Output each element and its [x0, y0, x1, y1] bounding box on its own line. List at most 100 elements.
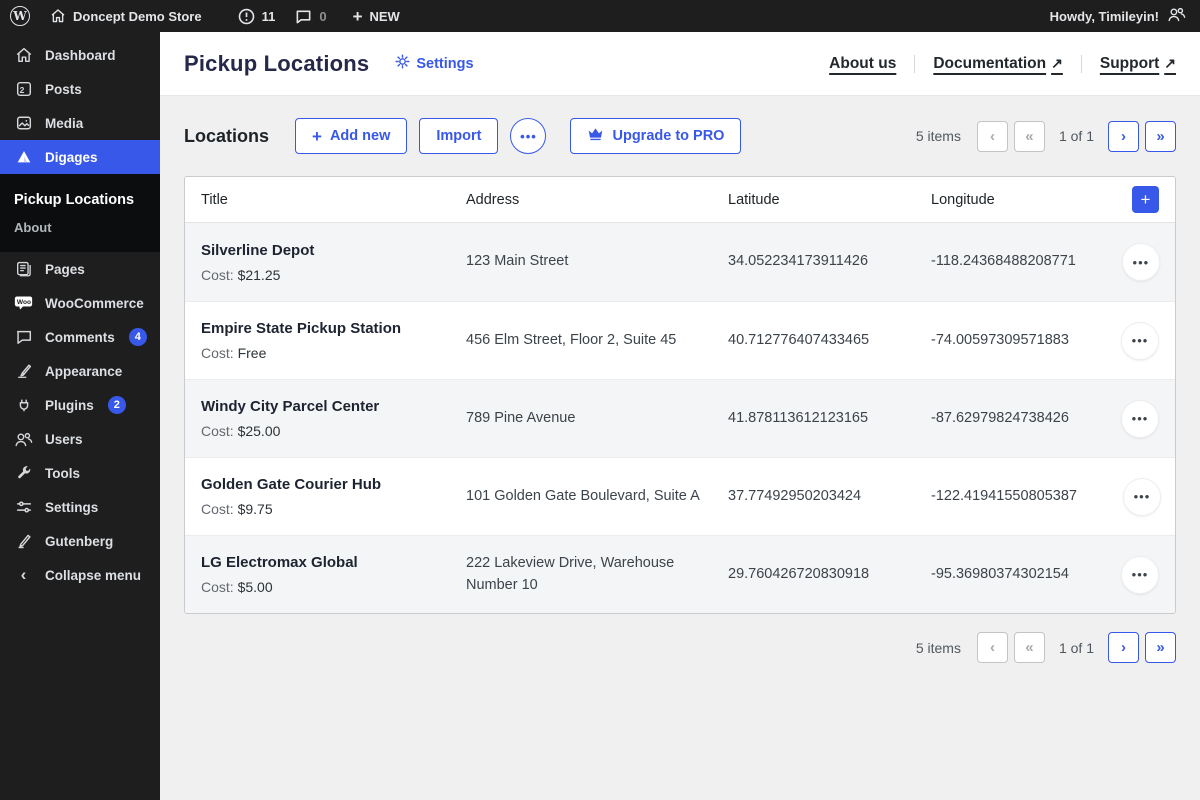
sidebar-item-tools[interactable]: Tools [0, 456, 160, 490]
bottom-bar: 5 items ‹ « 1 of 1 › » [184, 632, 1176, 683]
about-us-link[interactable]: About us [829, 55, 896, 73]
comments-bubble-icon [14, 328, 33, 347]
updates-icon [238, 8, 255, 25]
title-cell: Golden Gate Courier Hub Cost: $9.75 [201, 476, 466, 517]
address-cell: 222 Lakeview Drive, Warehouse Number 10 [466, 555, 675, 593]
table-row: Empire State Pickup Station Cost: Free 4… [185, 301, 1175, 379]
new-label: NEW [369, 8, 400, 24]
settings-link[interactable]: Settings [395, 54, 474, 73]
table-body: Silverline Depot Cost: $21.25 123 Main S… [185, 223, 1175, 613]
row-actions-button[interactable]: ••• [1121, 555, 1159, 594]
add-new-button[interactable]: + Add new [295, 118, 408, 154]
pagination-top: 5 items ‹ « 1 of 1 › » [916, 120, 1176, 152]
comments-count-badge: 4 [128, 328, 147, 346]
cost-label: Cost: [201, 579, 234, 595]
digages-logo-icon [14, 148, 33, 167]
sidebar-item-digages[interactable]: Digages [0, 140, 160, 174]
sidebar-item-settings[interactable]: Settings [0, 490, 160, 524]
howdy-account-link[interactable]: Howdy, Timileyin! [1050, 9, 1159, 24]
cost-value: Free [237, 345, 267, 361]
new-content-button[interactable]: + NEW [343, 0, 410, 32]
longitude-cell: -95.36980374302154 [931, 565, 1069, 582]
collapse-menu-button[interactable]: ‹ Collapse menu [0, 558, 160, 592]
gutenberg-pencil-icon [14, 532, 33, 551]
comments-indicator[interactable]: 0 [285, 0, 336, 32]
sidebar-item-posts[interactable]: 2 Posts [0, 72, 160, 106]
import-button[interactable]: Import [419, 118, 499, 154]
ellipsis-icon: ••• [1133, 489, 1151, 504]
sidebar-item-pages[interactable]: Pages [0, 252, 160, 286]
sidebar-item-comments[interactable]: Comments 4 [0, 320, 160, 354]
sidebar-item-users[interactable]: Users [0, 422, 160, 456]
table-row: Silverline Depot Cost: $21.25 123 Main S… [185, 223, 1175, 301]
pagination-last-button[interactable]: » [1145, 120, 1176, 152]
location-title: Silverline Depot [201, 241, 315, 259]
sidebar-label: Users [45, 431, 83, 447]
pagination-first-button[interactable]: « [1013, 632, 1045, 663]
support-label: Support [1099, 54, 1160, 72]
ellipsis-icon: ••• [1131, 567, 1149, 582]
sidebar-label: WooCommerce [45, 295, 144, 311]
import-label: Import [436, 128, 482, 144]
sidebar-label: Digages [45, 149, 98, 165]
sidebar-item-media[interactable]: Media [0, 106, 160, 140]
page-indicator: 1 of 1 [1058, 128, 1094, 144]
latitude-cell: 34.052234173911426 [728, 253, 869, 270]
sidebar-item-appearance[interactable]: Appearance [0, 354, 160, 388]
pagination-next-button[interactable]: › [1108, 120, 1139, 152]
dashboard-home-icon [14, 46, 33, 65]
sidebar-label: Plugins [45, 397, 94, 413]
sidebar-label: Dashboard [45, 47, 116, 63]
location-title: LG Electromax Global [201, 554, 358, 571]
add-location-button[interactable]: + [1132, 186, 1159, 213]
items-count: 5 items [915, 639, 961, 656]
title-cell: Empire State Pickup Station Cost: Free [201, 320, 466, 361]
nav-divider [1080, 54, 1082, 73]
site-name-label: Doncept Demo Store [73, 8, 202, 24]
sidebar-item-plugins[interactable]: Plugins 2 [0, 388, 160, 422]
pages-icon [14, 260, 33, 279]
pagination-prev-button[interactable]: ‹ [976, 120, 1008, 152]
table-header-row: Title Address Latitude Longitude + [185, 177, 1175, 223]
sidebar-item-woocommerce[interactable]: Woo WooCommerce [0, 286, 160, 320]
pagination-last-button[interactable]: » [1145, 632, 1176, 663]
wordpress-menu[interactable]: W [0, 0, 40, 32]
sidebar-item-dashboard[interactable]: Dashboard [0, 38, 160, 72]
longitude-cell: -118.24368488208771 [931, 253, 1076, 270]
media-image-icon [14, 114, 33, 133]
updates-indicator[interactable]: 11 [228, 0, 286, 32]
posts-icon: 2 [14, 80, 33, 99]
pagination-next-button[interactable]: › [1108, 632, 1139, 663]
cost-label: Cost: [201, 423, 234, 439]
title-cell: Windy City Parcel Center Cost: $25.00 [201, 398, 466, 439]
longitude-cell: -74.00597309571883 [931, 331, 1069, 348]
support-link[interactable]: Support ↗ [1100, 55, 1176, 73]
chevron-left-icon: ‹ [20, 565, 27, 584]
pagination-prev-button[interactable]: ‹ [976, 632, 1008, 663]
submenu-item-pickup-locations[interactable]: Pickup Locations [14, 186, 160, 214]
pagination-first-button[interactable]: « [1013, 120, 1045, 152]
sidebar-label: Appearance [45, 363, 123, 379]
documentation-label: Documentation [933, 54, 1047, 72]
sidebar-item-gutenberg[interactable]: Gutenberg [0, 524, 160, 558]
ellipsis-icon: ••• [520, 128, 537, 144]
sidebar-label: Gutenberg [45, 533, 114, 549]
row-actions-button[interactable]: ••• [1121, 321, 1159, 360]
row-actions-button[interactable]: ••• [1121, 243, 1160, 281]
nav-divider [914, 54, 916, 73]
locations-heading: Locations [184, 125, 270, 146]
longitude-cell: -87.62979824738426 [931, 409, 1069, 426]
users-avatar-icon [1167, 6, 1186, 26]
row-actions-button[interactable]: ••• [1121, 399, 1159, 438]
upgrade-to-pro-button[interactable]: Upgrade to PRO [570, 118, 742, 154]
submenu-item-about[interactable]: About [14, 214, 160, 240]
comments-count: 0 [319, 8, 327, 24]
row-actions-button[interactable]: ••• [1122, 477, 1161, 516]
site-name-link[interactable]: Doncept Demo Store [40, 0, 212, 32]
more-actions-button[interactable]: ••• [510, 118, 547, 154]
cost-value: $5.00 [237, 579, 273, 595]
column-header-address: Address [466, 191, 520, 208]
documentation-link[interactable]: Documentation ↗ [933, 55, 1063, 73]
cost-value: $21.25 [237, 266, 281, 283]
crown-icon [587, 127, 604, 145]
